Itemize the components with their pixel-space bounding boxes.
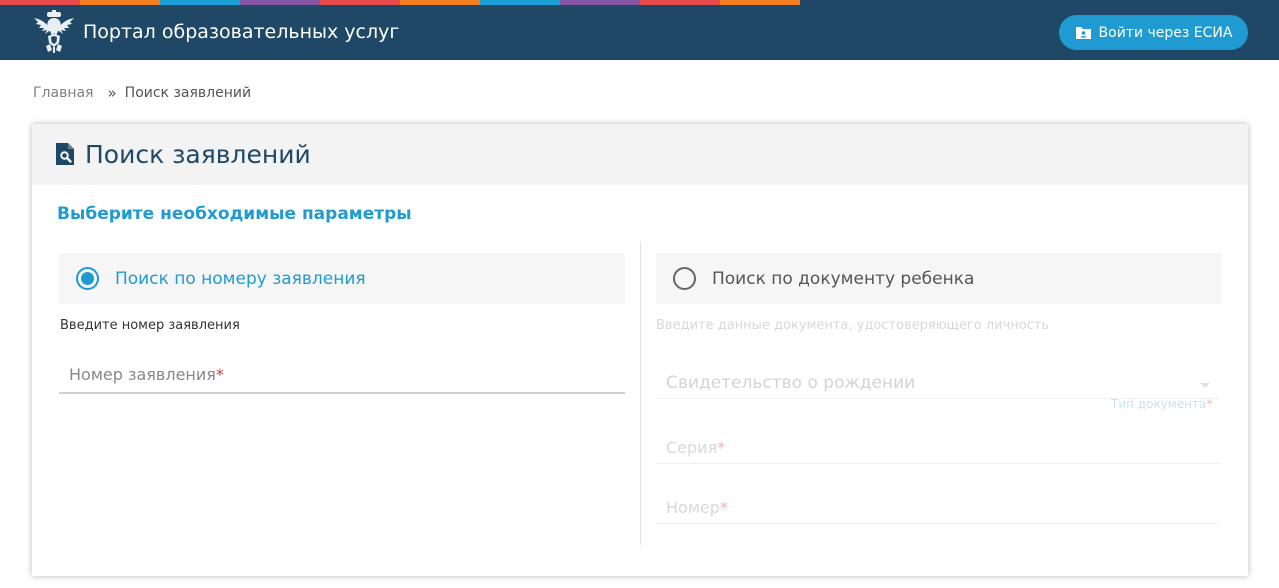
color-strip-segment xyxy=(160,0,240,5)
application-number-input[interactable]: Номер заявления* xyxy=(59,365,625,394)
color-strip-segment xyxy=(320,0,400,5)
option-search-by-number[interactable]: Поиск по номеру заявления xyxy=(59,253,625,304)
document-number-placeholder: Номер xyxy=(666,498,720,517)
document-type-label-text: Тип документа xyxy=(1111,397,1207,411)
radio-search-by-number[interactable] xyxy=(76,267,99,290)
breadcrumb: Главная » Поиск заявлений xyxy=(33,83,251,103)
breadcrumb-separator: » xyxy=(107,84,117,102)
document-search-icon xyxy=(56,143,74,165)
option-search-by-document-label: Поиск по документу ребенка xyxy=(712,268,975,289)
color-strip-segment xyxy=(240,0,320,5)
search-card: Поиск заявлений Выберите необходимые пар… xyxy=(32,124,1248,576)
radio-search-by-document[interactable] xyxy=(673,267,696,290)
column-divider xyxy=(640,242,641,545)
document-hint: Введите данные документа, удостоверяющег… xyxy=(656,318,1050,333)
esia-login-button[interactable]: Войти через ЕСИА xyxy=(1059,15,1248,50)
document-type-label: Тип документа* xyxy=(1111,397,1212,411)
color-strip-segment xyxy=(0,0,80,5)
card-header: Поиск заявлений xyxy=(32,124,1248,185)
required-mark: * xyxy=(717,438,726,457)
document-series-input[interactable]: Серия* xyxy=(656,438,1220,464)
section-title: Выберите необходимые параметры xyxy=(57,204,412,224)
chevron-down-icon xyxy=(1200,383,1210,388)
required-mark: * xyxy=(719,498,728,517)
required-mark: * xyxy=(215,365,224,384)
color-strip-segment xyxy=(480,0,560,5)
document-series-placeholder: Серия xyxy=(666,438,718,457)
esia-login-label: Войти через ЕСИА xyxy=(1098,24,1233,41)
coat-of-arms-icon[interactable] xyxy=(32,10,76,54)
document-type-select[interactable]: Свидетельство о рождении xyxy=(656,373,1220,399)
document-number-input[interactable]: Номер* xyxy=(656,498,1220,524)
page-title: Поиск заявлений xyxy=(85,140,311,169)
breadcrumb-current: Поиск заявлений xyxy=(124,85,252,101)
document-type-value: Свидетельство о рождении xyxy=(666,373,916,393)
color-strip-segment xyxy=(80,0,160,5)
breadcrumb-home-link[interactable]: Главная xyxy=(33,83,93,103)
option-search-by-document[interactable]: Поиск по документу ребенка xyxy=(656,253,1222,304)
color-strip xyxy=(0,0,800,5)
application-number-placeholder: Номер заявления xyxy=(69,365,216,384)
color-strip-segment xyxy=(400,0,480,5)
color-strip-segment xyxy=(560,0,640,5)
site-header: Портал образовательных услуг Войти через… xyxy=(0,0,1279,60)
required-mark: * xyxy=(1206,397,1213,411)
portal-title[interactable]: Портал образовательных услуг xyxy=(83,20,399,44)
color-strip-segment xyxy=(720,0,800,5)
option-search-by-number-label: Поиск по номеру заявления xyxy=(115,268,366,289)
id-card-icon xyxy=(1075,26,1091,39)
application-number-hint: Введите номер заявления xyxy=(60,318,240,333)
color-strip-segment xyxy=(640,0,720,5)
